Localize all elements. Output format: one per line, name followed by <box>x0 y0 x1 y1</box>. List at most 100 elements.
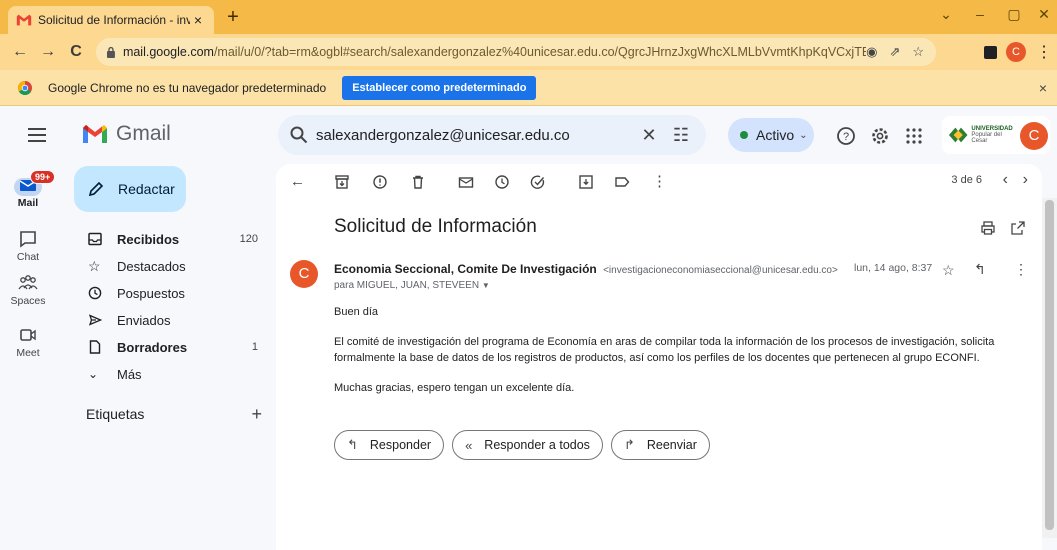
forward-button[interactable]: ↱ Reenviar <box>610 430 710 460</box>
email-date: lun, 14 ago, 8:37 <box>854 262 933 274</box>
search-options-icon[interactable]: ☷ <box>670 124 692 146</box>
left-rail: 99+ Mail Chat Spaces Meet <box>0 164 66 550</box>
move-to-icon[interactable] <box>578 174 594 190</box>
nav-label: Más <box>117 366 142 382</box>
sender-avatar[interactable]: C <box>290 260 318 288</box>
nav-label: Borradores <box>117 339 188 355</box>
delete-trash-icon[interactable] <box>410 174 426 190</box>
email-closing: Muchas gracias, espero tengan un excelen… <box>334 382 575 394</box>
older-chevron-icon[interactable]: › <box>1023 171 1028 189</box>
tab-close-icon[interactable]: × <box>190 13 206 27</box>
infobar-close-icon[interactable]: × <box>1039 80 1047 96</box>
rail-item-chat[interactable]: Chat <box>0 230 56 263</box>
nav-item-starred[interactable]: ☆ Destacados <box>70 255 270 277</box>
status-label: Activo <box>756 127 795 143</box>
org-subtitle: Popular del Cesar <box>971 132 1002 144</box>
print-icon[interactable] <box>980 220 996 236</box>
bookmark-star-icon[interactable]: ☆ <box>912 44 924 60</box>
open-new-window-icon[interactable] <box>1010 220 1026 236</box>
tab-search-icon[interactable]: ⌄ <box>932 6 960 26</box>
new-tab-button[interactable]: + <box>222 7 244 28</box>
forward-icon[interactable]: → <box>38 42 58 62</box>
gmail-favicon-icon <box>16 14 32 26</box>
url-path: /mail/u/0/?tab=rm&ogbl#search/salexander… <box>213 45 867 59</box>
search-bar: ✕ ☷ <box>278 115 706 155</box>
nav-item-drafts[interactable]: Borradores 1 <box>70 336 270 358</box>
nav-item-inbox[interactable]: Recibidos 120 <box>70 228 270 250</box>
more-options-icon[interactable]: ⋮ <box>652 174 668 190</box>
nav-label: Pospuestos <box>117 285 185 301</box>
side-panel-icon[interactable] <box>984 42 997 62</box>
reply-icon: ↰ <box>347 437 358 452</box>
chevron-down-icon: ⌄ <box>799 129 808 141</box>
newer-chevron-icon[interactable]: ‹ <box>1003 171 1008 189</box>
sender-name[interactable]: Economia Seccional, Comite De Investigac… <box>334 262 597 276</box>
email-paragraph: El comité de investigación del programa … <box>334 336 995 364</box>
nav-item-sent[interactable]: Enviados <box>70 309 270 331</box>
minimize-icon[interactable]: – <box>966 6 994 26</box>
message-more-icon[interactable]: ⋮ <box>1014 261 1030 277</box>
browser-toolbar: ← → C mail.google.com /mail/u/0/?tab=rm&… <box>0 34 1057 70</box>
eye-icon[interactable]: ◉ <box>866 44 877 60</box>
rail-item-mail[interactable]: 99+ Mail <box>0 170 56 209</box>
reply-arrow-icon[interactable]: ↰ <box>974 261 990 277</box>
email-subject: Solicitud de Información <box>334 216 537 237</box>
label-tag-icon[interactable] <box>614 174 630 190</box>
reload-icon[interactable]: C <box>66 42 86 62</box>
clear-search-icon[interactable]: ✕ <box>638 124 660 146</box>
scrollbar-thumb[interactable] <box>1045 200 1054 530</box>
folder-nav: Recibidos 120 ☆ Destacados Pospuestos En… <box>70 228 270 390</box>
archive-icon[interactable] <box>334 174 350 190</box>
inbox-count: 120 <box>239 233 258 245</box>
set-default-button[interactable]: Establecer como predeterminado <box>342 75 537 100</box>
nav-item-snoozed[interactable]: Pospuestos <box>70 282 270 304</box>
recipients-toggle[interactable]: para MIGUEL, JUAN, STEVEEN ▼ <box>334 280 490 291</box>
drafts-count: 1 <box>251 341 258 353</box>
star-icon: ☆ <box>88 258 101 274</box>
profile-button[interactable]: C <box>1006 42 1026 62</box>
clock-icon <box>88 286 102 300</box>
unread-badge: 99+ <box>30 170 56 184</box>
nav-item-more[interactable]: ⌄ Más <box>70 363 270 385</box>
svg-text:?: ? <box>843 131 849 143</box>
back-to-results-icon[interactable]: ← <box>290 174 306 190</box>
reply-all-button[interactable]: « Responder a todos <box>452 430 603 460</box>
back-icon[interactable]: ← <box>10 42 30 62</box>
mark-unread-icon[interactable] <box>458 174 474 190</box>
default-browser-infobar: Google Chrome no es tu navegador predete… <box>0 70 1057 106</box>
nav-label: Enviados <box>117 312 171 328</box>
share-icon[interactable]: ⇗ <box>889 44 900 60</box>
meet-camera-icon <box>20 329 36 341</box>
compose-button[interactable]: Redactar <box>74 166 186 212</box>
search-icon[interactable] <box>290 126 308 144</box>
add-task-icon[interactable] <box>530 174 546 190</box>
rail-item-meet[interactable]: Meet <box>0 326 56 359</box>
status-selector[interactable]: Activo ⌄ <box>728 118 814 152</box>
rail-label-meet: Meet <box>16 347 40 359</box>
report-spam-icon[interactable] <box>372 174 388 190</box>
rail-item-spaces[interactable]: Spaces <box>0 274 56 307</box>
gmail-logo[interactable]: Gmail <box>82 122 171 146</box>
gmail-header: Gmail ✕ ☷ Activo ⌄ ? <box>0 106 1057 164</box>
search-input[interactable] <box>316 126 628 144</box>
snooze-clock-icon[interactable] <box>494 174 510 190</box>
help-icon[interactable]: ? <box>836 126 856 146</box>
reply-button[interactable]: ↰ Responder <box>334 430 445 460</box>
restore-icon[interactable]: ▢ <box>1000 6 1028 26</box>
nav-label: Recibidos <box>117 231 180 247</box>
settings-gear-icon[interactable] <box>870 126 890 146</box>
account-avatar[interactable]: C <box>1020 122 1048 150</box>
browser-tab[interactable]: Solicitud de Información - invest × <box>8 6 214 34</box>
browser-menu-icon[interactable]: ⋮ <box>1036 42 1052 62</box>
star-message-icon[interactable]: ☆ <box>942 262 958 278</box>
sender-email: <investigacioneconomiaseccional@unicesar… <box>603 265 838 276</box>
address-bar[interactable]: mail.google.com /mail/u/0/?tab=rm&ogbl#s… <box>96 38 936 66</box>
add-label-icon[interactable]: + <box>251 405 262 423</box>
apps-grid-icon[interactable] <box>904 126 924 146</box>
chrome-logo-icon <box>18 80 32 95</box>
pencil-icon <box>88 181 104 197</box>
main-menu-icon[interactable] <box>28 128 46 142</box>
compose-label: Redactar <box>118 181 175 197</box>
window-close-icon[interactable]: ✕ <box>1030 6 1057 26</box>
sender-line: Economia Seccional, Comite De Investigac… <box>334 262 838 276</box>
